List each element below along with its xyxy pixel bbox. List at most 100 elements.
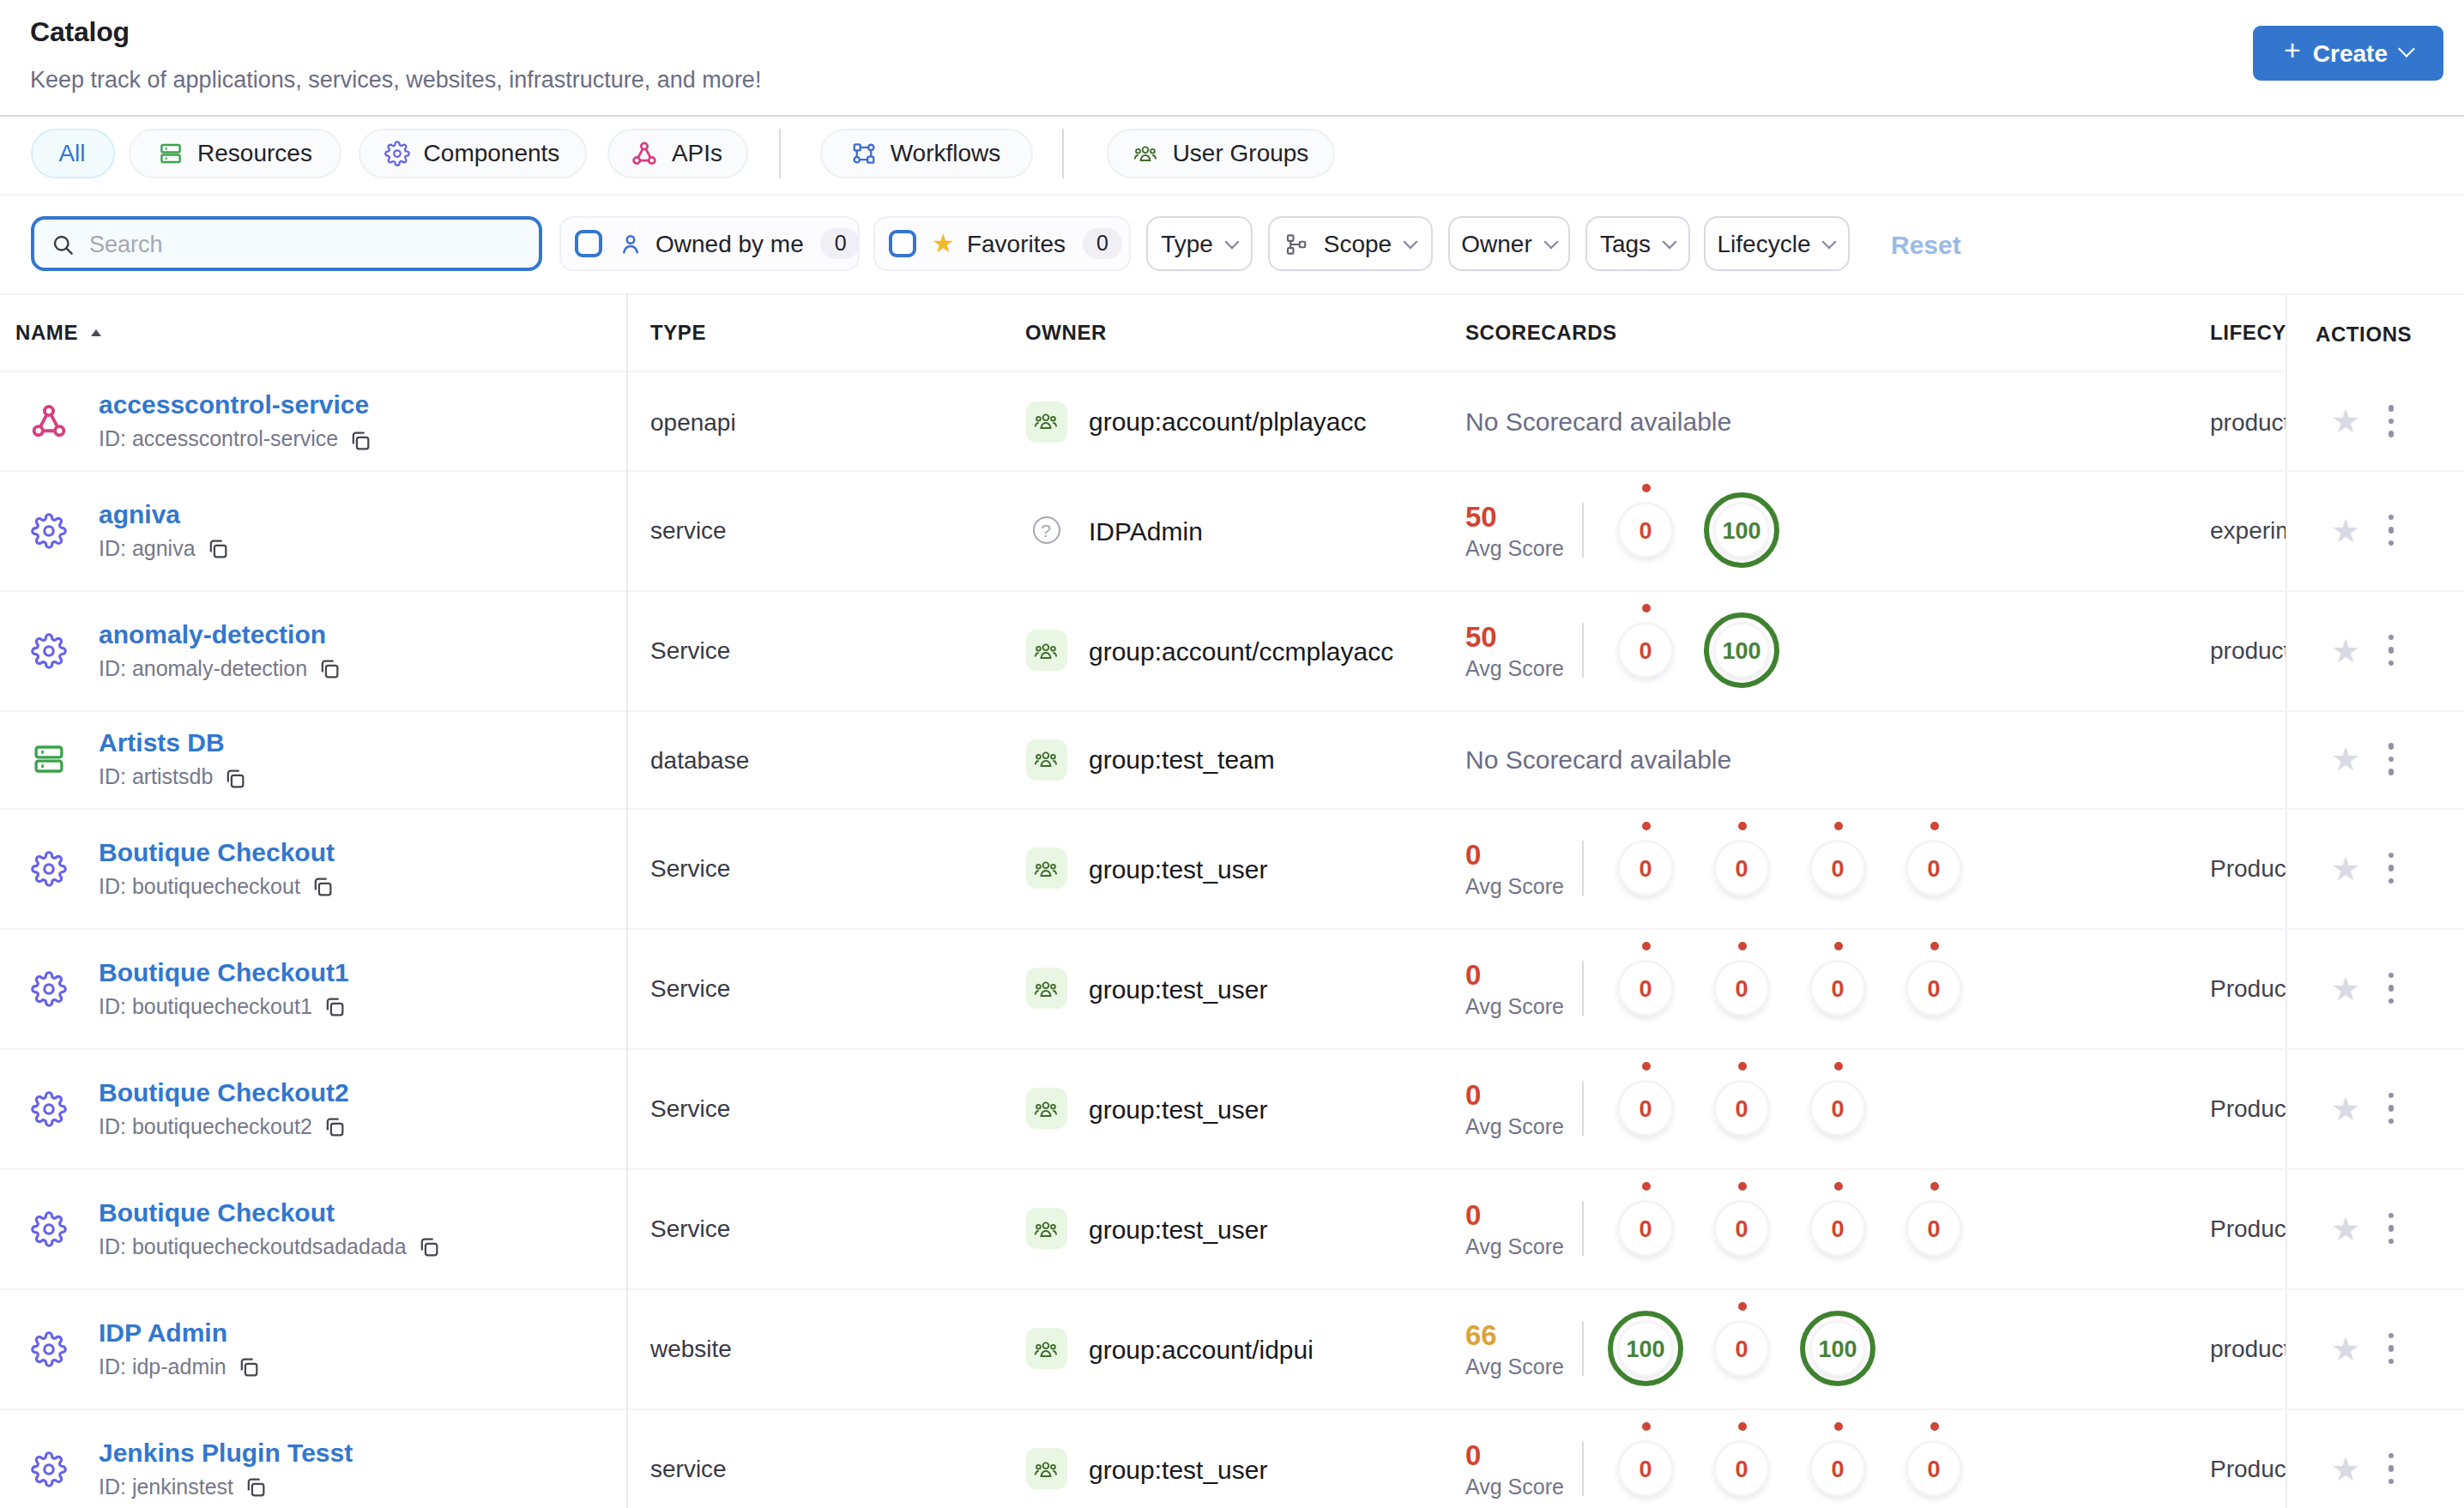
copy-icon[interactable] [311,875,335,899]
more-menu-icon[interactable] [2388,515,2394,546]
copy-icon[interactable] [223,766,247,790]
favorite-star-icon[interactable]: ★ [2331,1212,2360,1245]
question-icon [1025,510,1066,551]
tab-user-groups[interactable]: User Groups [1107,129,1335,178]
copy-icon[interactable] [244,1475,268,1499]
tags-dropdown[interactable]: Tags [1585,216,1690,271]
table-row[interactable]: Boutique Checkout ID: boutiquecheckoutds… [0,1169,2464,1289]
more-menu-icon[interactable] [2388,1453,2394,1485]
table-row[interactable]: Jenkins Plugin Tesst ID: jenkinstest ser… [0,1409,2464,1508]
scorecard-badge[interactable]: 0 [1704,1191,1779,1266]
scorecard-badge[interactable]: 0 [1608,830,1683,906]
scorecard-badge[interactable]: 0 [1800,1071,1875,1146]
scorecard-badge[interactable]: 100 [1704,492,1779,568]
table-row[interactable]: accesscontrol-service ID: accesscontrol-… [0,373,2464,471]
more-menu-icon[interactable] [2388,1333,2394,1365]
entity-actions: ★ [2286,591,2464,709]
scorecard-badge[interactable]: 100 [1608,1311,1683,1386]
scorecard-badge[interactable]: 0 [1800,1431,1875,1506]
scorecard-badge[interactable]: 0 [1800,830,1875,906]
tab-resources[interactable]: Resources [129,129,341,178]
more-menu-icon[interactable] [2388,744,2394,775]
type-dropdown[interactable]: Type [1145,216,1253,271]
table-row[interactable]: anomaly-detection ID: anomaly-detection … [0,591,2464,711]
scorecard-badge[interactable]: 0 [1896,950,1972,1026]
entity-name-link[interactable]: agniva [99,498,230,529]
scorecard-badge[interactable]: 0 [1608,950,1683,1026]
more-menu-icon[interactable] [2388,406,2394,437]
favorite-star-icon[interactable]: ★ [2331,1092,2360,1125]
table-row[interactable]: Boutique Checkout2 ID: boutiquecheckout2… [0,1049,2464,1169]
favorite-star-icon[interactable]: ★ [2331,1332,2360,1365]
entity-name-link[interactable]: Artists DB [99,727,247,758]
favorites-checkbox[interactable] [889,230,916,257]
copy-icon[interactable] [348,428,372,452]
scorecard-badge[interactable]: 0 [1800,1191,1875,1266]
tab-apis[interactable]: APIs [607,129,748,178]
table-row[interactable]: agniva ID: agniva service IDPAdmin 50Avg… [0,471,2464,591]
scorecard-badge[interactable]: 0 [1704,1071,1779,1146]
scorecard-badge[interactable]: 0 [1608,1431,1683,1506]
tab-workflows[interactable]: Workflows [819,129,1032,178]
entity-name-link[interactable]: Boutique Checkout2 [99,1077,349,1107]
scorecard-badge[interactable]: 0 [1704,1431,1779,1506]
favorite-star-icon[interactable]: ★ [2331,634,2360,667]
favorite-star-icon[interactable]: ★ [2331,852,2360,884]
scorecard-badge[interactable]: 0 [1896,1431,1972,1506]
favorite-star-icon[interactable]: ★ [2331,405,2360,437]
search-input[interactable]: Search [31,216,541,271]
scorecard-badge[interactable]: 0 [1704,950,1779,1026]
tab-all[interactable]: All [30,129,114,178]
scorecard-divider [1582,1441,1584,1496]
owned-by-me-checkbox[interactable] [575,230,602,257]
entity-name-link[interactable]: Boutique Checkout [99,836,335,867]
favorite-star-icon[interactable]: ★ [2331,743,2360,775]
scorecard-badge[interactable]: 0 [1608,492,1683,568]
more-menu-icon[interactable] [2388,853,2394,884]
create-button[interactable]: + Create [2252,26,2443,80]
copy-icon[interactable] [323,995,347,1019]
entity-name-link[interactable]: Jenkins Plugin Tesst [99,1437,353,1468]
more-menu-icon[interactable] [2388,635,2394,667]
more-menu-icon[interactable] [2388,1213,2394,1245]
scorecard-badge[interactable]: 0 [1608,1191,1683,1266]
scorecard-badge[interactable]: 0 [1896,830,1972,906]
copy-icon[interactable] [417,1235,441,1259]
favorites-filter[interactable]: ★ Favorites 0 [873,216,1131,271]
entity-name-link[interactable]: Boutique Checkout [99,1197,441,1228]
favorite-star-icon[interactable]: ★ [2331,972,2360,1004]
scorecard-badge[interactable]: 100 [1800,1311,1875,1386]
owner-dropdown[interactable]: Owner [1447,216,1570,271]
reset-button[interactable]: Reset [1891,216,1961,271]
copy-icon[interactable] [323,1115,347,1139]
table-row[interactable]: IDP Admin ID: idp-admin website group:ac… [0,1289,2464,1409]
tab-components[interactable]: Components [358,129,586,178]
owned-by-me-filter[interactable]: Owned by me 0 [559,216,860,271]
owned-by-me-count: 0 [821,228,861,259]
favorite-star-icon[interactable]: ★ [2331,514,2360,546]
column-header-name[interactable]: NAME [15,294,100,371]
table-row[interactable]: Artists DB ID: artistsdb database group:… [0,711,2464,809]
scorecard-badge[interactable]: 0 [1704,830,1779,906]
copy-icon[interactable] [317,657,341,681]
scorecard-badge[interactable]: 100 [1704,612,1779,688]
scorecard-badge[interactable]: 0 [1800,950,1875,1026]
entity-name-link[interactable]: anomaly-detection [99,618,341,649]
table-row[interactable]: Boutique Checkout ID: boutiquecheckout S… [0,809,2464,929]
entity-name-link[interactable]: Boutique Checkout1 [99,956,349,987]
scorecard-badge[interactable]: 0 [1896,1191,1972,1266]
more-menu-icon[interactable] [2388,1093,2394,1125]
scope-dropdown[interactable]: Scope [1267,216,1433,271]
scorecard-badge[interactable]: 0 [1608,612,1683,688]
favorite-star-icon[interactable]: ★ [2331,1452,2360,1485]
entity-name-link[interactable]: accesscontrol-service [99,389,372,420]
copy-icon[interactable] [237,1355,261,1379]
lifecycle-dropdown[interactable]: Lifecycle [1703,216,1849,271]
entity-name-link[interactable]: IDP Admin [99,1317,261,1348]
more-menu-icon[interactable] [2388,973,2394,1004]
scorecard-badge[interactable]: 0 [1704,1311,1779,1386]
scorecard-badge[interactable]: 0 [1608,1071,1683,1146]
copy-icon[interactable] [206,537,230,561]
table-row[interactable]: Boutique Checkout1 ID: boutiquecheckout1… [0,929,2464,1049]
avg-score: 0Avg Score [1465,1439,1582,1499]
